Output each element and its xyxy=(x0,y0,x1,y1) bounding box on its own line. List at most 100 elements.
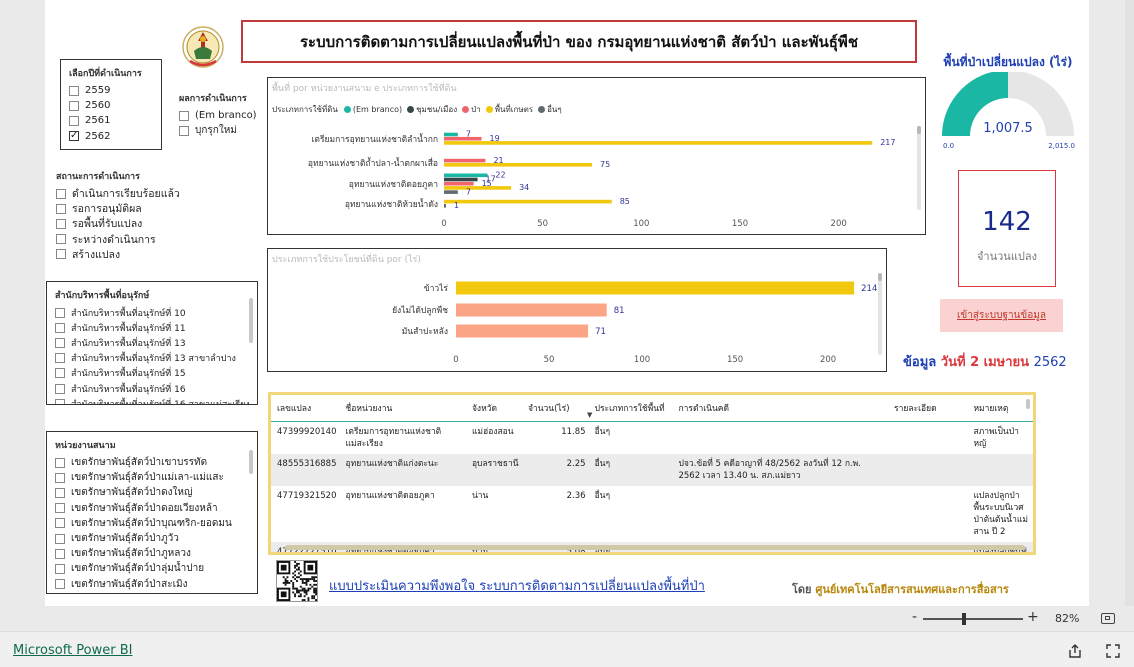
checkbox-icon[interactable] xyxy=(55,579,65,590)
area-by-unit-chart[interactable]: พื้นที่ por หน่วยงานสนาม e ประเภทการใช้ท… xyxy=(267,77,926,235)
checkbox-icon[interactable] xyxy=(55,383,65,394)
table-scrollbar[interactable] xyxy=(1026,399,1030,409)
year-option[interactable]: ✓ 2562 xyxy=(69,129,153,144)
checkbox-checked-icon[interactable]: ✓ xyxy=(69,131,79,142)
office-slicer-scrollbar[interactable] xyxy=(249,298,253,343)
office-option[interactable]: สำนักบริหารพื้นที่อนุรักษ์ที่ 16 xyxy=(55,381,249,396)
chart1-bar[interactable] xyxy=(444,177,478,182)
zoom-in-button[interactable]: + xyxy=(1027,609,1039,625)
checkbox-icon[interactable] xyxy=(55,398,65,404)
year-option[interactable]: 2559 xyxy=(69,83,153,98)
field-unit-option[interactable]: เขตรักษาพันธุ์สัตว์ป่าภูวัว xyxy=(55,531,249,546)
share-icon[interactable] xyxy=(1067,643,1083,663)
table-horizontal-scrollbar[interactable] xyxy=(285,545,1025,550)
chart1-scrollbar[interactable] xyxy=(917,126,921,210)
office-option[interactable]: สำนักบริหารพื้นที่อนุรักษ์ที่ 13 xyxy=(55,335,249,350)
status-option[interactable]: สร้างแปลง xyxy=(56,247,186,262)
checkbox-icon[interactable] xyxy=(56,188,66,199)
checkbox-icon[interactable] xyxy=(55,472,65,483)
result-option[interactable]: บุกรุกใหม่ xyxy=(179,123,267,138)
checkbox-icon[interactable] xyxy=(69,100,79,111)
checkbox-icon[interactable] xyxy=(55,337,65,348)
column-header[interactable]: เลขแปลง xyxy=(271,395,340,422)
field-unit-option[interactable]: เขตรักษาพันธุ์สัตว์ป่าภูหลวง xyxy=(55,546,249,561)
checkbox-icon[interactable] xyxy=(55,563,65,574)
checkbox-icon[interactable] xyxy=(69,115,79,126)
status-option[interactable]: ระหว่างดำเนินการ xyxy=(56,232,186,247)
checkbox-icon[interactable] xyxy=(179,110,189,121)
chart1-bar[interactable] xyxy=(444,199,612,204)
checkbox-icon[interactable] xyxy=(55,322,65,333)
office-option[interactable]: สำนักบริหารพื้นที่อนุรักษ์ที่ 16 สาขาแม่… xyxy=(55,396,249,404)
satisfaction-survey-link[interactable]: แบบประเมินความพึงพอใจ ระบบการติดตามการเป… xyxy=(329,575,705,596)
zoom-out-button[interactable]: - xyxy=(912,609,917,625)
chart1-bar[interactable] xyxy=(444,186,512,190)
chart1-bar[interactable] xyxy=(444,132,458,137)
field-unit-option[interactable]: เขตรักษาพันธุ์สัตว์ป่าลุ่มน้ำปาย xyxy=(55,561,249,576)
table-row[interactable]: 47399920140 เตรียมการอุทยานแห่งชาติแม่สะเ… xyxy=(271,422,1033,455)
chart1-bar[interactable] xyxy=(444,163,592,167)
qr-code[interactable] xyxy=(276,560,318,602)
field-unit-option[interactable]: เขตรักษาพันธุ์สัตว์ป่าสะเมิง xyxy=(55,577,249,592)
field-unit-option[interactable]: เขตรักษาพันธุ์สัตว์ป่าดงใหญ่ xyxy=(55,485,249,500)
column-header[interactable]: ประเภทการใช้พื้นที่ xyxy=(588,395,673,422)
field-unit-option[interactable]: เขตรักษาพันธุ์สัตว์ป่าบุณฑริก-ยอดมน xyxy=(55,516,249,531)
chart2-scrollbar[interactable] xyxy=(878,273,882,355)
chart1-bar[interactable] xyxy=(444,181,474,186)
column-header[interactable]: หมายเหตุ xyxy=(967,395,1033,422)
checkbox-icon[interactable] xyxy=(55,503,65,514)
chart1-bar[interactable] xyxy=(444,141,873,145)
checkbox-icon[interactable] xyxy=(55,548,65,559)
checkbox-icon[interactable] xyxy=(55,307,65,318)
fullscreen-icon[interactable] xyxy=(1105,643,1121,663)
checkbox-icon[interactable] xyxy=(56,249,66,260)
result-option[interactable]: (Em branco) xyxy=(179,108,267,123)
checkbox-icon[interactable] xyxy=(69,85,79,96)
fit-to-page-icon[interactable] xyxy=(1101,613,1115,624)
zoom-slider-thumb[interactable] xyxy=(962,613,966,625)
year-option[interactable]: 2560 xyxy=(69,98,153,113)
status-option[interactable]: ดำเนินการเรียบร้อยแล้ว xyxy=(56,186,186,201)
checkbox-icon[interactable] xyxy=(55,457,65,468)
checkbox-icon[interactable] xyxy=(179,125,189,136)
land-use-chart[interactable]: ประเภทการใช้ประโยชน์ที่ดิน por (ไร่) ข้า… xyxy=(267,248,887,372)
checkbox-icon[interactable] xyxy=(56,203,66,214)
checkbox-icon[interactable] xyxy=(55,487,65,498)
column-header[interactable]: การดำเนินคดี xyxy=(672,395,889,422)
year-option[interactable]: 2561 xyxy=(69,113,153,128)
column-header[interactable]: จังหวัด xyxy=(465,395,522,422)
chart1-bar[interactable] xyxy=(444,158,486,163)
column-header[interactable]: รายละเอียด xyxy=(888,395,968,422)
chart1-scroll-thumb[interactable] xyxy=(917,126,921,134)
office-option[interactable]: สำนักบริหารพื้นที่อนุรักษ์ที่ 13 สาขาลำป… xyxy=(55,351,249,366)
database-login-button[interactable]: เข้าสู่ระบบฐานข้อมูล xyxy=(940,299,1063,332)
status-option[interactable]: รอการอนุมัติผล xyxy=(56,201,186,216)
page-scroll-track[interactable] xyxy=(1125,0,1134,606)
checkbox-icon[interactable] xyxy=(56,218,66,229)
chart1-bar[interactable] xyxy=(444,173,488,178)
table-row[interactable]: 47719321520 อุทยานแห่งชาติดอยภูคา น่าน 2.36… xyxy=(271,486,1033,542)
checkbox-icon[interactable] xyxy=(56,234,66,245)
plot-table[interactable]: เลขแปลง ชื่อหน่วยงาน จังหวัด จำนวน(ไร่) ประเ… xyxy=(268,392,1036,555)
office-option[interactable]: สำนักบริหารพื้นที่อนุรักษ์ที่ 15 xyxy=(55,366,249,381)
chart2-bar[interactable] xyxy=(456,281,855,295)
column-header[interactable]: ชื่อหน่วยงาน xyxy=(339,395,466,422)
chart2-scroll-thumb[interactable] xyxy=(878,273,882,281)
column-header[interactable]: จำนวน(ไร่) xyxy=(521,395,589,422)
field-unit-option[interactable]: เขตรักษาพันธุ์สัตว์ป่าแม่เลา-แม่แสะ xyxy=(55,470,249,485)
field-unit-slicer-scrollbar[interactable] xyxy=(249,450,253,474)
sort-arrow-icon[interactable]: ▼ xyxy=(587,411,592,419)
checkbox-icon[interactable] xyxy=(55,368,65,379)
powerbi-brand-link[interactable]: Microsoft Power BI xyxy=(13,643,132,658)
office-option[interactable]: สำนักบริหารพื้นที่อนุรักษ์ที่ 11 xyxy=(55,320,249,335)
checkbox-icon[interactable] xyxy=(55,533,65,544)
chart2-bar[interactable] xyxy=(456,303,607,317)
checkbox-icon[interactable] xyxy=(55,518,65,529)
field-unit-option[interactable]: เขตรักษาพันธุ์สัตว์ป่าดอยเวียงหล้า xyxy=(55,501,249,516)
chart1-bar[interactable] xyxy=(444,204,446,208)
chart2-bar[interactable] xyxy=(456,324,589,338)
status-option[interactable]: รอพื้นที่รับแปลง xyxy=(56,216,186,231)
zoom-slider[interactable] xyxy=(923,613,1023,625)
office-option[interactable]: สำนักบริหารพื้นที่อนุรักษ์ที่ 10 xyxy=(55,305,249,320)
field-unit-option[interactable]: เขตรักษาพันธุ์สัตว์ป่าเขาบรรทัด xyxy=(55,455,249,470)
